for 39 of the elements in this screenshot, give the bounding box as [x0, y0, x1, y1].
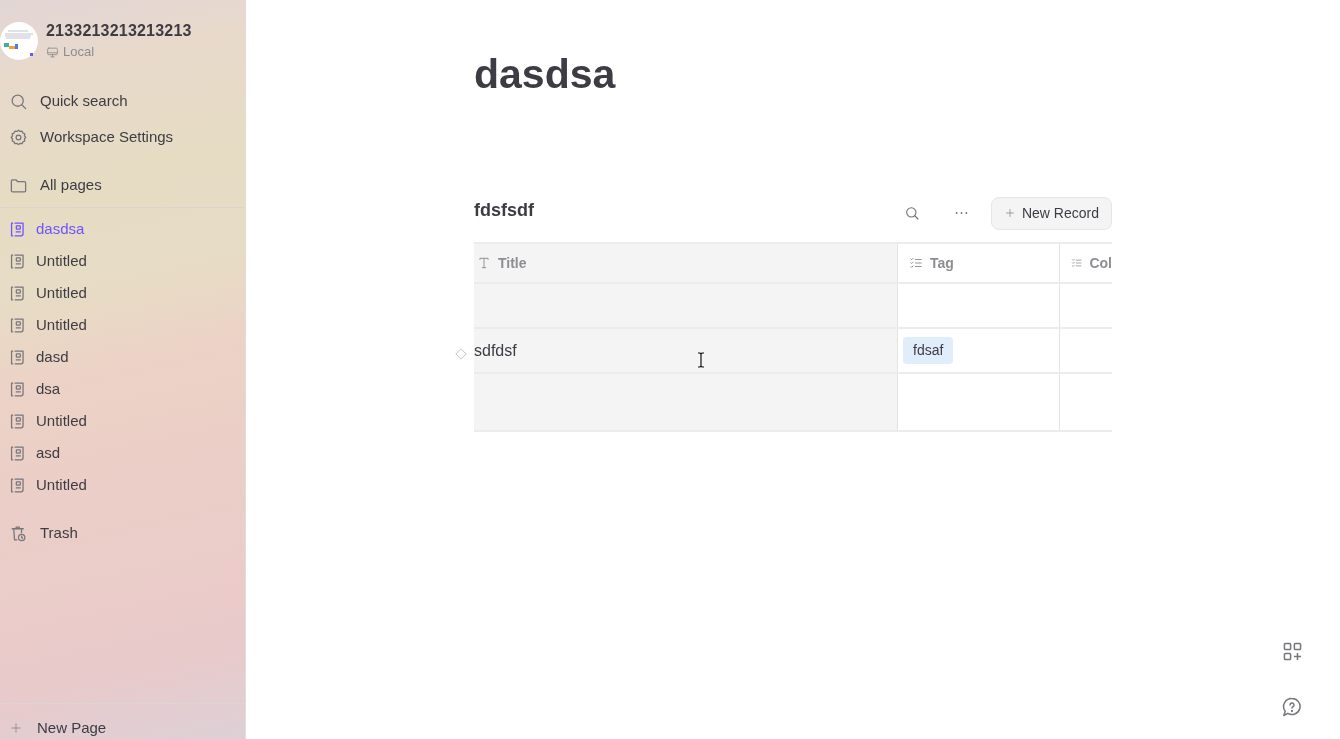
new-record-button[interactable]: New Record — [990, 196, 1112, 230]
page-title: dasdsa — [474, 50, 616, 99]
tag-chip[interactable]: fdsaf — [903, 337, 954, 364]
sidebar-nav-item[interactable]: Quick search — [0, 83, 245, 119]
page-list-item[interactable]: asd — [0, 437, 245, 469]
sidebar-nav-item[interactable]: All pages — [0, 167, 245, 203]
plus-icon — [1003, 207, 1016, 219]
database-title: fdsfsdf — [474, 198, 534, 222]
page-list-item[interactable]: dsa — [0, 373, 245, 405]
text-type-icon — [477, 256, 491, 270]
search-icon — [903, 205, 920, 221]
table-cell[interactable] — [474, 284, 897, 327]
page-list-item[interactable]: Untitled — [0, 469, 245, 501]
workspace-name: 2133213213213213 — [46, 21, 192, 41]
page-list-item[interactable]: Untitled — [0, 309, 245, 341]
monitor-icon — [46, 45, 59, 59]
checklist-icon — [909, 256, 923, 270]
page-list-item[interactable]: dasdsa — [0, 213, 245, 245]
add-widget-button[interactable] — [1282, 641, 1302, 661]
trash-item[interactable]: Trash — [0, 515, 245, 551]
settings-icon — [9, 127, 28, 147]
storage-label: Local — [63, 44, 95, 60]
page-list-item[interactable]: Untitled — [0, 277, 245, 309]
table-cell[interactable] — [474, 374, 897, 430]
page-list-item[interactable]: dasd — [0, 341, 245, 373]
grid-plus-icon — [1282, 641, 1302, 661]
help-icon — [1282, 697, 1302, 717]
text-cursor-icon — [697, 352, 705, 368]
plus-icon — [9, 721, 23, 735]
page-list-item[interactable]: Untitled — [0, 405, 245, 437]
new-page-button[interactable]: New Page — [0, 719, 245, 737]
page-list-item[interactable]: Untitled — [0, 245, 245, 277]
workspace-avatar-icon[interactable] — [0, 21, 38, 60]
more-icon — [955, 211, 969, 215]
help-button[interactable] — [1282, 697, 1302, 717]
row-handle-icon[interactable] — [455, 348, 467, 360]
checklist-icon — [1071, 256, 1083, 270]
sidebar-nav-item[interactable]: Workspace Settings — [0, 119, 245, 155]
table-cell[interactable]: sdfdsf — [474, 329, 897, 372]
